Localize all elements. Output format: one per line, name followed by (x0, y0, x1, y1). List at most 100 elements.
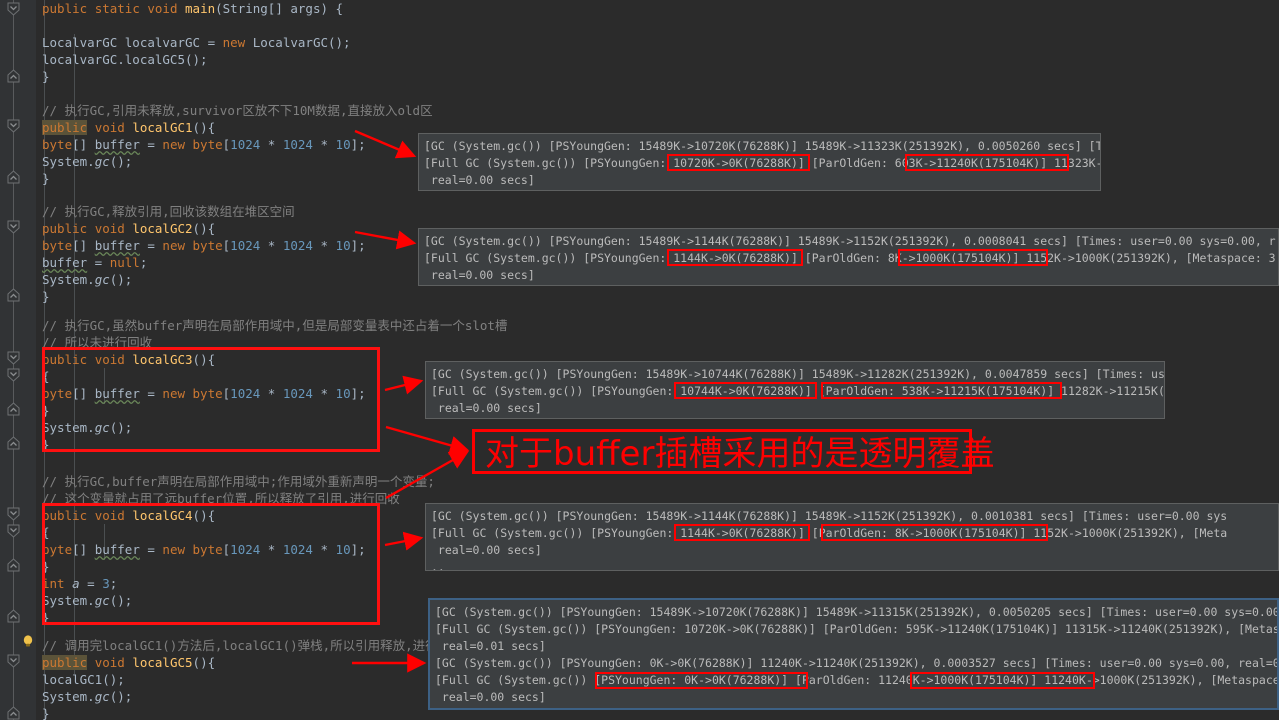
code-token: = (139, 386, 163, 401)
fold-collapse-icon[interactable] (6, 351, 21, 365)
code-token: } (42, 706, 50, 720)
fold-expand-icon[interactable] (6, 609, 21, 623)
code-token: } (42, 171, 50, 186)
fold-collapse-icon[interactable] (6, 368, 21, 382)
code-line[interactable]: // 调用完localGC1()方法后,localGC1()弹栈,所以引用释放,… (42, 637, 463, 654)
code-token: * (312, 137, 336, 152)
code-token: void (94, 120, 133, 135)
gc-log-localgc2[interactable]: [GC (System.gc()) [PSYoungGen: 15489K->1… (418, 228, 1279, 286)
code-line[interactable]: System.gc(); (42, 419, 132, 436)
code-line[interactable]: } (42, 705, 50, 720)
fold-collapse-icon[interactable] (6, 524, 21, 538)
code-token: byte (192, 386, 223, 401)
code-line[interactable]: public static void main(String[] args) { (42, 0, 343, 17)
code-line[interactable]: // 执行GC,引用未释放,survivor区放不下10M数据,直接放入old区 (42, 102, 433, 119)
code-token: { (42, 369, 50, 384)
code-token: LocalvarGC(); (252, 35, 351, 50)
code-token: void (147, 1, 186, 16)
fold-expand-icon[interactable] (6, 69, 21, 83)
gc-log-localgc1[interactable]: [GC (System.gc()) [PSYoungGen: 15489K->1… (418, 133, 1101, 191)
fold-collapse-icon[interactable] (6, 220, 21, 234)
gc-log-line: [GC (System.gc()) [PSYoungGen: 15489K->1… (424, 234, 1276, 248)
code-line[interactable]: System.gc(); (42, 153, 132, 170)
code-token: System. (42, 593, 95, 608)
code-line[interactable]: public void localGC5(){ (42, 654, 215, 671)
code-token: 1024 (282, 238, 313, 253)
code-line[interactable]: System.gc(); (42, 271, 132, 288)
code-token: static (94, 1, 148, 16)
fold-collapse-icon[interactable] (6, 654, 21, 668)
code-token: System. (42, 689, 95, 704)
code-line[interactable]: public void localGC2(){ (42, 220, 215, 237)
code-token: 1024 (230, 386, 261, 401)
code-line[interactable]: // 执行GC,虽然buffer声明在局部作用域中,但是局部变量表中还占着一个s… (42, 317, 507, 334)
fold-collapse-icon[interactable] (6, 2, 21, 16)
code-line[interactable]: localGC1(); (42, 671, 125, 688)
code-line[interactable]: } (42, 170, 50, 187)
gc-log-line: [Full GC (System.gc()) [PSYoungGen: 1144… (431, 526, 1228, 540)
fold-collapse-icon[interactable] (6, 119, 21, 133)
code-token: public (42, 655, 88, 670)
code-line[interactable]: public void localGC1(){ (42, 119, 215, 136)
code-line[interactable]: byte[] buffer = new byte[1024 * 1024 * 1… (42, 136, 366, 153)
code-token: (); (109, 272, 133, 287)
code-line[interactable]: { (42, 368, 50, 385)
code-line[interactable]: // 执行GC,释放引用,回收该数组在堆区空间 (42, 203, 295, 220)
code-line[interactable]: int a = 3; (42, 575, 117, 592)
code-line[interactable]: byte[] buffer = new byte[1024 * 1024 * 1… (42, 541, 366, 558)
gc-log-line: [Full GC (System.gc()) [PSYoungGen: 1144… (424, 251, 1276, 265)
lightbulb-icon[interactable] (21, 633, 35, 647)
code-line[interactable]: byte[] buffer = new byte[1024 * 1024 * 1… (42, 385, 366, 402)
code-line[interactable]: LocalvarGC localvarGC = new LocalvarGC()… (42, 34, 351, 51)
gc-log-localgc5[interactable]: [GC (System.gc()) [PSYoungGen: 15489K->1… (428, 598, 1279, 710)
code-token: System. (42, 272, 95, 287)
fold-expand-icon[interactable] (6, 706, 21, 720)
code-token: gc (94, 272, 110, 287)
fold-expand-icon[interactable] (6, 558, 21, 572)
fold-collapse-icon[interactable] (6, 507, 21, 521)
code-line[interactable]: buffer = null; (42, 254, 147, 271)
code-line[interactable]: System.gc(); (42, 688, 132, 705)
fold-expand-icon[interactable] (6, 170, 21, 184)
code-token: public (42, 120, 88, 135)
gc-log-line: [GC (System.gc()) [PSYoungGen: 0K->0K(76… (435, 656, 1279, 670)
code-token: localvarGC.localGC5(); (42, 52, 208, 67)
gc-log-localgc3[interactable]: [GC (System.gc()) [PSYoungGen: 15489K->1… (425, 361, 1165, 419)
code-token: public (42, 221, 95, 236)
code-line[interactable]: // 所以未进行回收 (42, 334, 152, 351)
code-line[interactable]: public void localGC3(){ (42, 351, 215, 368)
code-line[interactable]: } (42, 609, 50, 626)
code-token: new (162, 238, 193, 253)
code-line[interactable]: } (42, 402, 50, 419)
code-line[interactable]: localvarGC.localGC5(); (42, 51, 208, 68)
code-token: (); (109, 689, 133, 704)
fold-expand-icon[interactable] (6, 288, 21, 302)
code-line[interactable]: byte[] buffer = new byte[1024 * 1024 * 1… (42, 237, 366, 254)
code-token: // 这个变量就占用了远buffer位置,所以释放了引用,进行回收 (42, 491, 400, 506)
code-line[interactable]: public void localGC4(){ (42, 507, 215, 524)
code-token: 10 (335, 137, 351, 152)
code-line[interactable]: { (42, 524, 50, 541)
fold-expand-icon[interactable] (6, 402, 21, 416)
code-token: // 所以未进行回收 (42, 335, 153, 350)
code-line[interactable]: } (42, 558, 50, 575)
gc-log-line: [GC (System.gc()) [PSYoungGen: 15489K->1… (435, 605, 1279, 619)
code-line[interactable]: } (42, 288, 50, 305)
gc-log-localgc4[interactable]: [GC (System.gc()) [PSYoungGen: 15489K->1… (425, 503, 1279, 571)
code-line[interactable]: System.gc(); (42, 592, 132, 609)
editor-gutter[interactable] (0, 0, 36, 720)
code-token: 1024 (230, 542, 261, 557)
gc-log-line: .. (431, 560, 445, 571)
code-token: 10 (335, 542, 351, 557)
code-token: a (72, 576, 80, 591)
code-line[interactable]: } (42, 436, 50, 453)
gc-log-line: [GC (System.gc()) [PSYoungGen: 15489K->1… (431, 367, 1165, 381)
code-token: System. (42, 420, 95, 435)
code-line[interactable]: // 这个变量就占用了远buffer位置,所以释放了引用,进行回收 (42, 490, 400, 507)
fold-expand-icon[interactable] (6, 436, 21, 450)
code-line[interactable]: } (42, 68, 50, 85)
code-token: = (87, 255, 110, 270)
code-line[interactable]: // 执行GC,buffer声明在局部作用域中;作用域外重新声明一个变量; (42, 473, 435, 490)
code-token: 10 (335, 238, 351, 253)
